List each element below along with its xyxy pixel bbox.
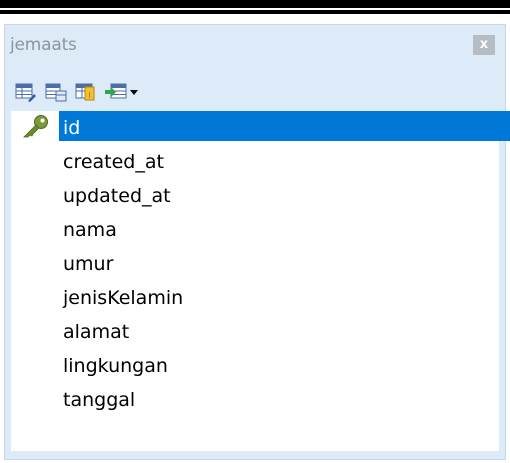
field-row[interactable]: alamat xyxy=(11,315,499,349)
field-name: created_at xyxy=(63,151,164,173)
field-name: id xyxy=(63,117,81,139)
table-view-icon xyxy=(45,83,67,102)
selection-highlight xyxy=(59,111,510,141)
field-row[interactable]: updated_at xyxy=(11,179,499,213)
field-name: umur xyxy=(63,253,114,275)
table-export-icon xyxy=(105,83,127,99)
field-row[interactable]: umur xyxy=(11,247,499,281)
toolbar-dropdown[interactable] xyxy=(129,82,139,102)
field-row[interactable]: jenisKelamin xyxy=(11,281,499,315)
field-row[interactable]: tanggal xyxy=(11,383,499,417)
table-edit-icon xyxy=(15,83,36,102)
table-key-icon xyxy=(75,83,95,101)
panel-title: jemaats xyxy=(10,35,77,55)
field-row[interactable]: lingkungan xyxy=(11,349,499,383)
field-name: jenisKelamin xyxy=(63,287,184,309)
field-name: tanggal xyxy=(63,389,136,411)
top-border xyxy=(0,0,510,8)
field-row[interactable]: id xyxy=(11,111,510,145)
field-name: updated_at xyxy=(63,185,171,207)
top-border-line xyxy=(0,10,510,14)
table-edit-button[interactable] xyxy=(15,82,37,102)
panel-toolbar xyxy=(15,80,139,104)
field-name: lingkungan xyxy=(63,355,168,377)
field-row[interactable]: created_at xyxy=(11,145,499,179)
chevron-down-icon xyxy=(130,90,138,95)
table-export-button[interactable] xyxy=(105,82,127,102)
table-key-button[interactable] xyxy=(75,82,97,102)
close-button[interactable]: x xyxy=(473,35,495,55)
field-name: nama xyxy=(63,219,117,241)
field-row[interactable]: nama xyxy=(11,213,499,247)
field-name: alamat xyxy=(63,321,130,343)
primary-key-icon xyxy=(23,115,48,138)
table-panel[interactable]: jemaats x id created_at updated_at nama … xyxy=(4,24,510,460)
table-view-button[interactable] xyxy=(45,82,67,102)
field-list: id created_at updated_at nama umur jenis… xyxy=(11,111,510,451)
